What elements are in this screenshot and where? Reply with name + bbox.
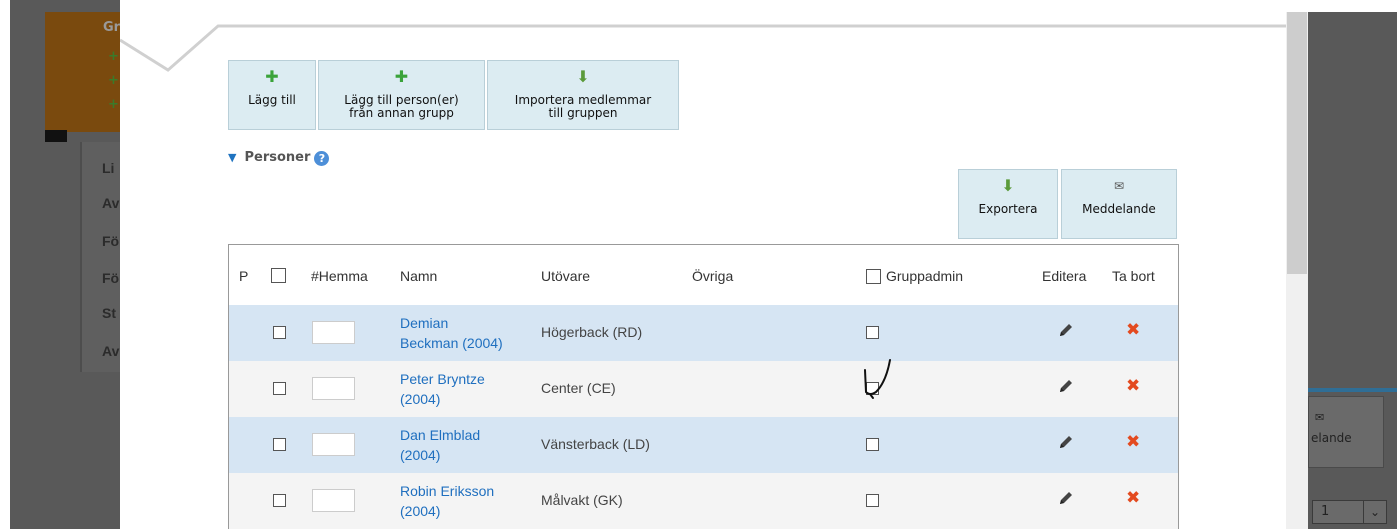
col-editera: Editera: [1042, 268, 1087, 284]
col-ta-bort: Ta bort: [1112, 268, 1155, 284]
background-menu-item: Li: [102, 160, 115, 176]
hemma-input[interactable]: [312, 321, 355, 344]
export-icon: ⬇: [1001, 176, 1015, 195]
gruppadmin-checkbox[interactable]: [866, 438, 879, 451]
scrollbar-thumb[interactable]: [1287, 12, 1307, 274]
member-name-link[interactable]: Demian Beckman (2004): [400, 313, 503, 353]
envelope-icon: ✉: [1315, 411, 1325, 424]
plus-icon: ✚: [394, 67, 409, 86]
gruppadmin-checkbox[interactable]: [866, 326, 879, 339]
envelope-icon: ✉: [1113, 179, 1125, 193]
background-menu-item: St: [102, 305, 116, 321]
chevron-down-icon: ⌄: [1363, 501, 1386, 523]
member-position: Vänsterback (LD): [541, 436, 650, 452]
edit-pencil-icon[interactable]: [1057, 377, 1075, 395]
col-p: P: [239, 268, 249, 284]
import-members-label: Importera medlemmar till gruppen: [514, 93, 652, 120]
member-name-link[interactable]: Robin Eriksson (2004): [400, 481, 494, 521]
background-menu-item: Av: [102, 195, 120, 211]
dialog-top: [120, 0, 1308, 12]
section-header[interactable]: ▼ Personer?: [228, 150, 330, 166]
message-label: Meddelande: [1082, 202, 1156, 216]
background-right-panel: ✉ elande 1 ⌄: [1308, 0, 1397, 529]
add-button-label: Lägg till: [248, 93, 296, 107]
row-checkbox[interactable]: [273, 326, 286, 339]
col-hemma: #Hemma: [311, 268, 368, 284]
gruppadmin-checkbox[interactable]: [866, 494, 879, 507]
background-menu-panel: [80, 142, 122, 372]
message-button[interactable]: ✉ Meddelande: [1061, 169, 1177, 239]
background-page-number: 1: [1321, 504, 1330, 519]
section-title: Personer: [244, 150, 311, 165]
member-name-link[interactable]: Peter Bryntze (2004): [400, 369, 485, 409]
edit-pencil-icon[interactable]: [1057, 489, 1075, 507]
export-button[interactable]: ⬇ Exportera: [958, 169, 1058, 239]
collapse-triangle-icon[interactable]: ▼: [228, 151, 236, 164]
gruppadmin-all-checkbox[interactable]: [866, 269, 881, 284]
select-all-checkbox[interactable]: [271, 268, 286, 283]
background-plus-icon: +: [108, 49, 119, 64]
add-button[interactable]: ✚ Lägg till: [228, 60, 316, 130]
member-position: Center (CE): [541, 380, 616, 396]
background-plus-icon: +: [108, 97, 119, 112]
delete-icon[interactable]: ✖: [1126, 433, 1140, 451]
background-page-select: 1 ⌄: [1312, 500, 1387, 524]
background-menu-item: Fö: [102, 270, 120, 286]
hemma-input[interactable]: [312, 489, 355, 512]
col-utovare: Utövare: [541, 268, 591, 284]
delete-icon[interactable]: ✖: [1126, 321, 1140, 339]
table-row: Peter Bryntze (2004) Center (CE) ✖: [229, 361, 1178, 417]
col-namn[interactable]: Namn: [400, 268, 437, 284]
hand-drawn-mark: [864, 359, 891, 399]
add-from-group-button[interactable]: ✚ Lägg till person(er) från annan grupp: [318, 60, 485, 130]
member-position: Målvakt (GK): [541, 492, 623, 508]
background-button-label: elande: [1311, 431, 1352, 445]
delete-icon[interactable]: ✖: [1126, 489, 1140, 507]
member-position: Högerback (RD): [541, 324, 643, 340]
background-tab: [45, 130, 67, 142]
table-row: Dan Elmblad (2004) Vänsterback (LD) ✖: [229, 417, 1178, 473]
row-checkbox[interactable]: [273, 382, 286, 395]
add-from-group-label: Lägg till person(er) från annan grupp: [344, 93, 459, 120]
row-checkbox[interactable]: [273, 494, 286, 507]
page-edge: [0, 0, 10, 529]
table-row: Demian Beckman (2004) Högerback (RD) ✖: [229, 305, 1178, 361]
help-icon[interactable]: ?: [314, 151, 330, 166]
background-message-button: ✉ elande: [1308, 396, 1384, 468]
edit-pencil-icon[interactable]: [1057, 321, 1075, 339]
export-label: Exportera: [978, 202, 1038, 216]
table-header: P #Hemma Namn Utövare Övriga Gruppadmin …: [229, 245, 1178, 305]
col-gruppadmin: Gruppadmin: [886, 268, 964, 284]
hemma-input[interactable]: [312, 377, 355, 400]
row-checkbox[interactable]: [273, 438, 286, 451]
import-members-button[interactable]: ⬇ Importera medlemmar till gruppen: [487, 60, 679, 130]
import-icon: ⬇: [576, 67, 590, 86]
background-group-letter: Gr: [103, 20, 121, 35]
background-group-box: Gr + + +: [45, 12, 120, 132]
members-table: P #Hemma Namn Utövare Övriga Gruppadmin …: [228, 244, 1179, 529]
hemma-input[interactable]: [312, 433, 355, 456]
edit-pencil-icon[interactable]: [1057, 433, 1075, 451]
background-menu-item: Av: [102, 343, 120, 359]
table-row: Robin Eriksson (2004) Målvakt (GK) ✖: [229, 473, 1178, 529]
plus-icon: ✚: [265, 67, 279, 86]
member-name-link[interactable]: Dan Elmblad (2004): [400, 425, 480, 465]
delete-icon[interactable]: ✖: [1126, 377, 1140, 395]
col-ovriga: Övriga: [692, 268, 734, 284]
background-menu-item: Fö: [102, 233, 120, 249]
background-plus-icon: +: [108, 73, 119, 88]
